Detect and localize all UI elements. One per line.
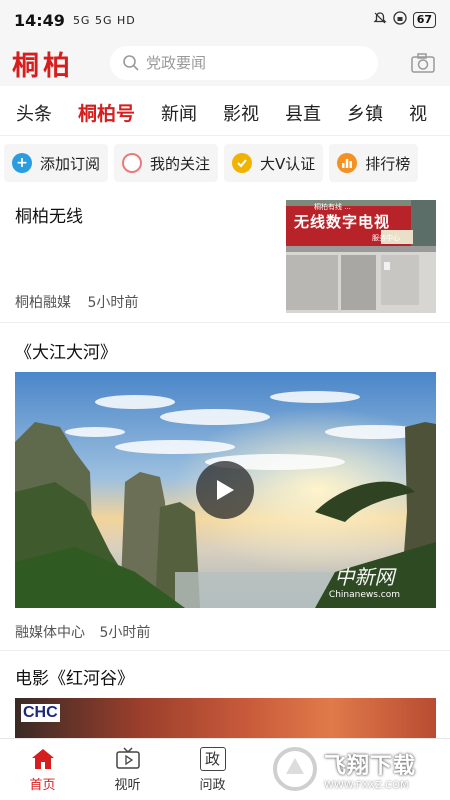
watermark-logo-icon	[273, 747, 317, 791]
news-meta: 融媒体中心 5小时前	[15, 622, 150, 642]
status-bar: 14:49 5G 5G HD 67	[0, 0, 450, 40]
subscription-actions: + 添加订阅 我的关注 大V认证 排行榜	[0, 140, 450, 186]
news-thumbnail[interactable]: 桐柏有线 ... 无线数字电视 服务中心	[286, 200, 436, 313]
thumb-sign-text: 无线数字电视	[294, 213, 391, 231]
circle-icon	[122, 153, 143, 173]
plus-icon: +	[12, 153, 32, 173]
status-time: 14:49	[14, 10, 65, 30]
tab-news[interactable]: 新闻	[145, 100, 197, 126]
camera-icon	[411, 53, 435, 73]
nav-audiovisual-label: 视听	[114, 777, 141, 793]
app-header: 桐柏	[0, 40, 450, 86]
news-item[interactable]: 桐柏无线 桐柏融媒 5小时前 桐柏有线 ... 无线数字电视 服务中心	[0, 190, 450, 323]
nav-wenzheng[interactable]: 政 问政	[170, 739, 255, 800]
ranking-label: 排行榜	[365, 154, 411, 173]
thumb-sign-sub: 服务中心	[372, 234, 400, 242]
watermark-url: Chinanews.com	[328, 590, 400, 600]
play-icon	[217, 480, 234, 500]
news-title[interactable]: 桐柏无线	[15, 202, 83, 227]
bottom-navigation: 首页 视听 政 问政 飞翔下载 WWW.FXXZ.COM	[0, 738, 450, 800]
search-input[interactable]	[146, 54, 346, 72]
channel-tabs: 头条 桐柏号 新闻 影视 县直 乡镇 视	[0, 90, 450, 136]
news-cover-image[interactable]: CHC	[15, 698, 436, 742]
tab-tongbaihao[interactable]: 桐柏号	[62, 99, 135, 126]
lock-icon	[393, 11, 407, 29]
play-button[interactable]	[196, 461, 254, 519]
watermark-text: 中新网	[334, 565, 395, 589]
news-time: 5小时前	[87, 295, 139, 311]
search-icon	[123, 55, 139, 71]
tab-more[interactable]: 视	[393, 100, 427, 126]
news-meta: 桐柏融媒 5小时前	[15, 292, 138, 312]
watermark-site: WWW.FXXZ.COM	[324, 779, 409, 791]
video-player[interactable]: 中新网 Chinanews.com	[15, 372, 436, 608]
divider	[0, 650, 450, 651]
status-right: 67	[373, 11, 436, 29]
watermark-title: 飞翔下载	[324, 753, 417, 779]
bar-chart-icon	[337, 153, 358, 173]
tab-towns[interactable]: 乡镇	[331, 100, 383, 126]
channel-logo: CHC	[21, 704, 60, 722]
signal-indicators: 5G 5G HD	[72, 13, 136, 27]
zheng-icon: 政	[199, 746, 226, 771]
news-time: 5小时前	[99, 625, 151, 641]
bigv-verify-button[interactable]: 大V认证	[224, 144, 324, 182]
check-icon	[232, 153, 253, 173]
search-bar[interactable]	[110, 46, 378, 80]
ranking-button[interactable]: 排行榜	[329, 144, 419, 182]
news-source: 桐柏融媒	[15, 295, 71, 311]
site-watermark: 飞翔下载 WWW.FXXZ.COM	[272, 739, 442, 799]
tv-icon	[115, 746, 140, 769]
tab-toutiao[interactable]: 头条	[0, 100, 52, 126]
add-subscription-label: 添加订阅	[40, 154, 101, 173]
bigv-verify-label: 大V认证	[260, 154, 316, 173]
tab-county[interactable]: 县直	[269, 100, 321, 126]
home-icon	[31, 748, 54, 769]
nav-wenzheng-label: 问政	[199, 777, 226, 793]
news-title[interactable]: 《大江大河》	[15, 338, 117, 363]
nav-home[interactable]: 首页	[0, 739, 85, 800]
app-logo: 桐柏	[12, 50, 74, 82]
nav-home-label: 首页	[29, 777, 56, 793]
camera-button[interactable]	[408, 48, 438, 78]
my-follows-button[interactable]: 我的关注	[114, 144, 219, 182]
news-source: 融媒体中心	[15, 625, 85, 641]
video-watermark: 中新网 Chinanews.com	[329, 561, 400, 600]
news-title[interactable]: 电影《红河谷》	[15, 664, 134, 689]
tab-video[interactable]: 影视	[207, 100, 259, 126]
alarm-icon	[373, 11, 387, 29]
nav-audiovisual[interactable]: 视听	[85, 739, 170, 800]
my-follows-label: 我的关注	[150, 154, 211, 173]
battery-indicator: 67	[412, 12, 436, 28]
add-subscription-button[interactable]: + 添加订阅	[4, 144, 109, 182]
